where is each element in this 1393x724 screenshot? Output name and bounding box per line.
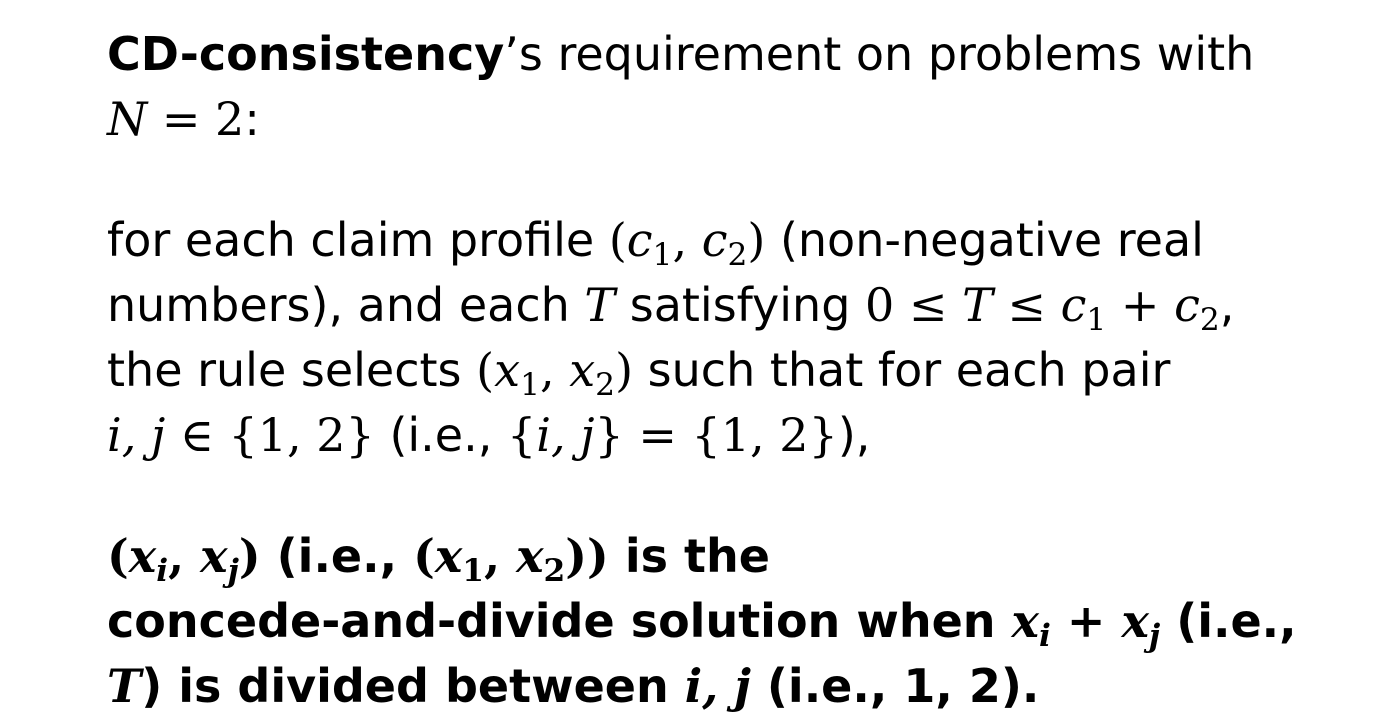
b3-text-2: (i.e., 1, 2). bbox=[750, 659, 1040, 713]
subscript: 1 bbox=[462, 552, 485, 589]
math-set-eq: } = {1, 2} bbox=[594, 408, 838, 462]
subscript: j bbox=[1148, 617, 1161, 654]
var-ij: i, j bbox=[536, 408, 595, 462]
n-variable: N bbox=[107, 92, 148, 146]
subscript: i bbox=[1038, 617, 1051, 654]
p4-text-1: (i.e., bbox=[374, 408, 507, 462]
var-x: x bbox=[200, 529, 228, 583]
var-x: x bbox=[1011, 594, 1039, 648]
paren: ) bbox=[747, 213, 766, 267]
comma: , bbox=[1219, 278, 1235, 332]
comma: , bbox=[168, 529, 201, 583]
var-x: x bbox=[1121, 594, 1149, 648]
definition-heading: CD-consistency’s requirement on problems… bbox=[107, 22, 1377, 152]
p3-text-1: the rule selects bbox=[107, 343, 477, 397]
definition-term: CD-consistency bbox=[107, 27, 505, 81]
definition-intro: ’s requirement on problems with bbox=[504, 27, 1255, 81]
p3-text-2: such that for each pair bbox=[633, 343, 1171, 397]
subscript: 1 bbox=[520, 366, 540, 403]
math-zero-le: 0 ≤ bbox=[865, 278, 963, 332]
paren: ) bbox=[238, 529, 261, 583]
paren: ( bbox=[476, 343, 495, 397]
conclusion-paragraph: (xi, xj) (i.e., (x1, x2)) is the concede… bbox=[107, 524, 1377, 719]
math-in-set: ∈ {1, 2} bbox=[165, 408, 375, 462]
math-plus: + bbox=[1106, 278, 1175, 332]
paren: ( bbox=[608, 213, 627, 267]
paren: ( bbox=[413, 529, 435, 583]
n-colon: : bbox=[244, 92, 260, 146]
subscript: j bbox=[227, 552, 239, 589]
var-x: x bbox=[434, 529, 463, 583]
brace: { bbox=[506, 408, 537, 462]
b1-text-1: (i.e., bbox=[260, 529, 414, 583]
paren: ( bbox=[107, 529, 129, 583]
var-c: c bbox=[701, 213, 728, 267]
subscript: 1 bbox=[1086, 301, 1107, 338]
var-c: c bbox=[626, 213, 653, 267]
n-equals: = 2 bbox=[147, 92, 245, 146]
subscript: 1 bbox=[652, 236, 673, 273]
var-x: x bbox=[516, 529, 544, 583]
var-T: T bbox=[962, 278, 993, 332]
comma: , bbox=[484, 529, 517, 583]
p4-text-2: ), bbox=[837, 408, 871, 462]
var-T: T bbox=[107, 659, 142, 713]
var-ij: i, j bbox=[684, 659, 751, 713]
math-plus: + bbox=[1050, 594, 1122, 648]
var-ij: i, j bbox=[107, 408, 166, 462]
b2-text-1: concede-and-divide solution when bbox=[107, 594, 1012, 648]
subscript: 2 bbox=[1199, 301, 1220, 338]
subscript: 2 bbox=[595, 366, 616, 403]
var-c: c bbox=[1174, 278, 1200, 332]
var-x: x bbox=[128, 529, 157, 583]
subscript: 2 bbox=[727, 236, 748, 273]
var-c: c bbox=[1060, 278, 1087, 332]
paren: ) bbox=[615, 343, 634, 397]
paren: )) bbox=[565, 529, 609, 583]
comma: , bbox=[672, 213, 702, 267]
comma: , bbox=[539, 343, 570, 397]
b3-text-1: ) is divided between bbox=[141, 659, 685, 713]
slide-content: CD-consistency’s requirement on problems… bbox=[107, 22, 1377, 719]
p2-text-3: satisfying bbox=[615, 278, 866, 332]
var-x: x bbox=[494, 343, 521, 397]
condition-paragraph: for each claim profile (c1, c2) (non-neg… bbox=[107, 208, 1377, 468]
math-le: ≤ bbox=[992, 278, 1061, 332]
p2-text-1: for each claim profile bbox=[107, 213, 609, 267]
b1-text-2: is the bbox=[608, 529, 770, 583]
b2-text-2: (i.e., bbox=[1160, 594, 1297, 648]
subscript: 2 bbox=[543, 552, 566, 589]
var-x: x bbox=[569, 343, 596, 397]
var-T: T bbox=[584, 278, 616, 332]
subscript: i bbox=[156, 552, 169, 589]
